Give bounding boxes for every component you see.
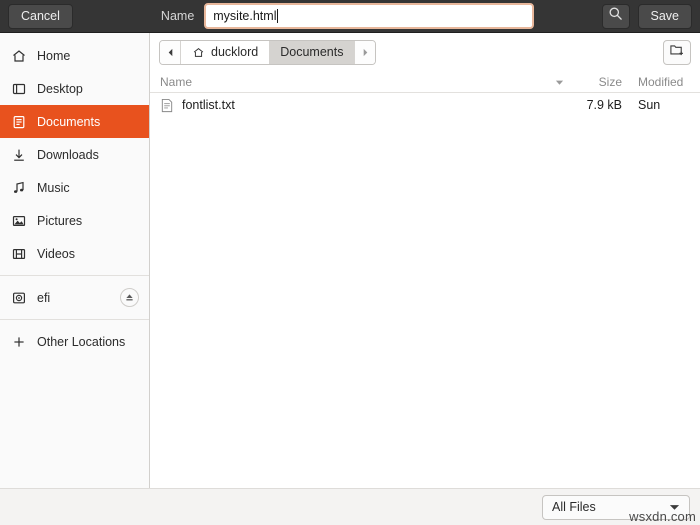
text-file-icon [160, 98, 174, 113]
search-button[interactable] [601, 3, 630, 29]
file-name-label: fontlist.txt [182, 98, 235, 112]
drive-icon [10, 289, 28, 307]
table-row[interactable]: fontlist.txt 7.9 kB Sun [150, 93, 700, 117]
sidebar-item-label: efi [37, 290, 51, 305]
sidebar-item-other-locations[interactable]: Other Locations [0, 325, 149, 358]
sidebar-item-label: Pictures [37, 213, 83, 228]
sidebar-item-desktop[interactable]: Desktop [0, 72, 149, 105]
column-header-name-label: Name [160, 74, 193, 89]
sidebar-item-videos[interactable]: Videos [0, 237, 149, 270]
file-filter-dropdown[interactable]: All Files [542, 494, 690, 520]
breadcrumb-back-button[interactable] [160, 40, 181, 64]
places-sidebar: Home Desktop Documents Downloads Music P… [0, 33, 150, 488]
sidebar-separator [0, 275, 149, 276]
sidebar-item-downloads[interactable]: Downloads [0, 138, 149, 171]
new-folder-button[interactable] [663, 39, 691, 65]
sidebar-item-documents[interactable]: Documents [0, 105, 149, 138]
music-icon [10, 179, 28, 197]
sidebar-item-music[interactable]: Music [0, 171, 149, 204]
file-list-header: Name Size Modified [150, 71, 700, 93]
breadcrumb: ducklord Documents [159, 39, 377, 65]
filename-input[interactable]: mysite.html [204, 3, 535, 29]
cancel-button[interactable]: Cancel [8, 3, 73, 29]
file-size-cell: 7.9 kB [586, 98, 622, 112]
filename-input-value: mysite.html [213, 8, 277, 23]
dialog-body: Home Desktop Documents Downloads Music P… [0, 33, 700, 488]
dialog-action-bar: All Files wsxdn.com [0, 488, 700, 525]
header-bar: Cancel Name mysite.html Save [0, 0, 700, 33]
file-list-empty-area[interactable] [150, 117, 700, 488]
sidebar-item-label: Music [37, 180, 70, 195]
eject-button[interactable] [120, 288, 139, 307]
new-folder-icon [669, 42, 685, 62]
breadcrumb-item-label: ducklord [211, 45, 259, 59]
column-header-size[interactable]: Size [574, 75, 630, 89]
sidebar-item-label: Other Locations [37, 334, 126, 349]
save-button-label: Save [650, 9, 680, 23]
save-button[interactable]: Save [637, 3, 692, 29]
save-file-dialog: Cancel Name mysite.html Save Home Deskto… [0, 0, 700, 525]
sidebar-item-efi[interactable]: efi [0, 281, 149, 314]
breadcrumb-item-ducklord[interactable]: ducklord [181, 40, 270, 64]
column-header-modified[interactable]: Modified [630, 75, 700, 89]
breadcrumb-item-label: Documents [280, 45, 344, 59]
path-bar-row: ducklord Documents [150, 33, 700, 71]
file-browser: ducklord Documents Name Size Modified fo… [150, 33, 700, 488]
header-actions: Save [601, 3, 692, 29]
sidebar-item-label: Documents [37, 114, 101, 129]
breadcrumb-forward-button[interactable] [354, 40, 376, 64]
documents-icon [10, 113, 28, 131]
file-filter-label: All Files [552, 500, 596, 514]
home-icon [10, 47, 28, 65]
sidebar-item-label: Home [37, 48, 71, 63]
name-field-label: Name [160, 9, 195, 23]
search-icon [608, 6, 623, 26]
plus-icon [10, 333, 28, 351]
file-modified-cell: Sun [638, 98, 661, 112]
file-name-cell: fontlist.txt [150, 98, 574, 113]
sidebar-item-label: Videos [37, 246, 75, 261]
column-header-name[interactable]: Name [150, 75, 574, 89]
cancel-button-label: Cancel [21, 9, 60, 23]
sidebar-item-pictures[interactable]: Pictures [0, 204, 149, 237]
sort-descending-icon [555, 75, 564, 89]
sidebar-separator [0, 319, 149, 320]
chevron-down-icon [669, 500, 680, 514]
sidebar-item-label: Desktop [37, 81, 83, 96]
sidebar-item-label: Downloads [37, 147, 99, 162]
videos-icon [10, 245, 28, 263]
home-icon [192, 46, 205, 59]
desktop-icon [10, 80, 28, 98]
breadcrumb-item-documents[interactable]: Documents [269, 40, 355, 64]
text-cursor [277, 9, 279, 23]
sidebar-item-home[interactable]: Home [0, 39, 149, 72]
downloads-icon [10, 146, 28, 164]
pictures-icon [10, 212, 28, 230]
